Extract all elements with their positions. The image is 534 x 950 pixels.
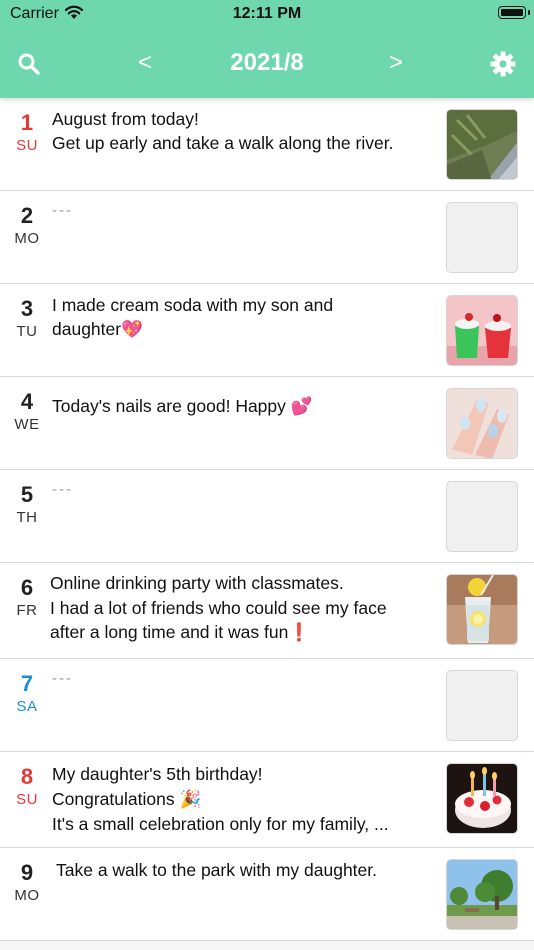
gear-icon[interactable]: [489, 50, 517, 78]
entry-text: ---: [52, 670, 73, 687]
diary-row[interactable]: 2 MO ---: [0, 191, 534, 284]
day-number: 4: [20, 389, 34, 414]
diary-row[interactable]: 5 TH ---: [0, 470, 534, 563]
diary-row[interactable]: 3 TU I made cream soda with my son and d…: [0, 284, 534, 377]
photo-thumbnail[interactable]: [446, 574, 518, 645]
weekday-label: MO: [14, 887, 40, 904]
day-number: 1: [20, 110, 34, 135]
empty-thumbnail[interactable]: [446, 481, 518, 552]
next-month-button[interactable]: >: [389, 49, 403, 77]
entry-text: My daughter's 5th birthday! Congratulati…: [52, 764, 389, 834]
photo-thumbnail[interactable]: [446, 295, 518, 366]
photo-thumbnail[interactable]: [446, 763, 518, 834]
day-number: 2: [20, 203, 34, 228]
empty-thumbnail[interactable]: [446, 670, 518, 741]
photo-thumbnail[interactable]: [446, 859, 518, 930]
day-number: 5: [20, 482, 34, 507]
empty-thumbnail[interactable]: [446, 202, 518, 273]
diary-row[interactable]: 4 WE Today's nails are good! Happy 💕: [0, 377, 534, 470]
previous-month-button[interactable]: <: [138, 49, 152, 77]
diary-row[interactable]: 6 FR Online drinking party with classmat…: [0, 563, 534, 659]
weekday-label: WE: [14, 416, 40, 433]
entry-text: August from today! Get up early and take…: [52, 109, 394, 153]
status-time: 12:11 PM: [232, 5, 302, 22]
diary-row[interactable]: 8 SU My daughter's 5th birthday! Congrat…: [0, 752, 534, 848]
day-number: 7: [20, 671, 34, 696]
photo-thumbnail[interactable]: [446, 109, 518, 180]
weekday-label: TH: [16, 509, 38, 526]
weekday-label: SU: [16, 137, 38, 154]
photo-thumbnail[interactable]: [446, 388, 518, 459]
weekday-label: SA: [16, 698, 38, 715]
weekday-label: MO: [14, 230, 40, 247]
diary-row[interactable]: 1 SU August from today! Get up early and…: [0, 98, 534, 191]
day-number: 9: [20, 860, 34, 885]
entry-text: Online drinking party with classmates. I…: [50, 573, 387, 642]
diary-list: 1 SU August from today! Get up early and…: [0, 98, 534, 941]
diary-row[interactable]: 9 MO Take a walk to the park with my dau…: [0, 848, 534, 941]
month-navigation: < 2021/8 >: [0, 40, 534, 88]
day-number: 6: [20, 575, 34, 600]
app-header: Carrier 12:11 PM < 2021/8 >: [0, 0, 534, 98]
day-number: 3: [20, 296, 34, 321]
search-icon[interactable]: [16, 51, 42, 77]
entry-text: I made cream soda with my son and daught…: [52, 295, 334, 339]
entry-text: Today's nails are good! Happy 💕: [52, 396, 313, 416]
month-title: 2021/8: [230, 49, 304, 76]
weekday-label: FR: [16, 602, 38, 619]
day-number: 8: [20, 764, 34, 789]
status-bar: Carrier 12:11 PM: [0, 0, 534, 28]
battery-icon: [498, 6, 530, 19]
diary-row[interactable]: 7 SA ---: [0, 659, 534, 752]
entry-text: ---: [52, 202, 73, 219]
entry-text: Take a walk to the park with my daughter…: [56, 860, 377, 880]
weekday-label: TU: [16, 323, 38, 340]
entry-text: ---: [52, 481, 73, 498]
weekday-label: SU: [16, 791, 38, 808]
